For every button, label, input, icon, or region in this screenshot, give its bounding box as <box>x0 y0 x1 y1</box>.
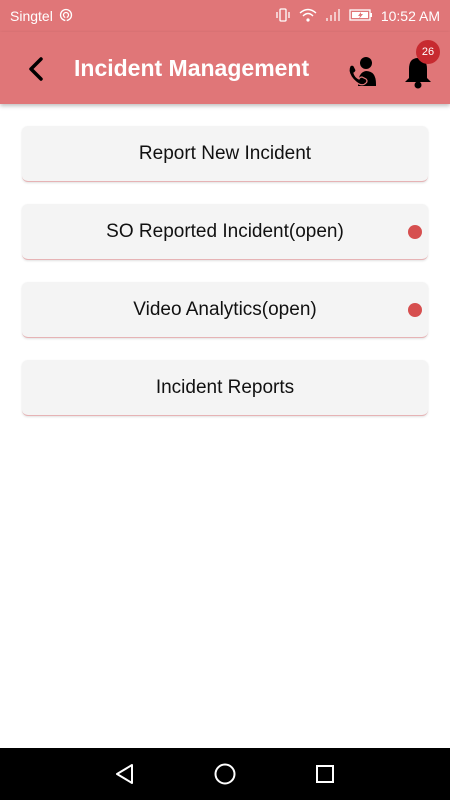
chevron-left-icon <box>22 57 52 88</box>
menu-item-label: SO Reported Incident(open) <box>106 220 344 242</box>
clock: 10:52 AM <box>380 8 440 24</box>
system-nav-bar <box>0 748 450 800</box>
unread-dot-indicator <box>408 225 422 239</box>
bell-icon <box>398 58 438 96</box>
page-title: Incident Management <box>74 55 310 81</box>
incident-reports-button[interactable]: Incident Reports <box>22 360 428 416</box>
nav-home-button[interactable] <box>213 762 237 786</box>
menu-item-label: Incident Reports <box>155 376 295 398</box>
report-new-incident-button[interactable]: Report New Incident <box>22 126 428 182</box>
vibrate-icon <box>275 7 291 25</box>
nav-back-button[interactable] <box>113 762 137 786</box>
so-reported-incident-button[interactable]: SO Reported Incident(open) <box>22 204 428 260</box>
status-left: Singtel <box>10 8 73 25</box>
home-circle-icon <box>213 763 237 790</box>
signal-icon <box>325 8 341 25</box>
menu-item-label: Report New Incident <box>138 142 312 164</box>
carrier-name: Singtel <box>10 8 53 24</box>
app-bar: Incident Management 26 <box>0 32 450 104</box>
status-bar: Singtel 10:52 AM <box>0 0 450 32</box>
status-right: 10:52 AM <box>275 7 440 25</box>
nav-recents-button[interactable] <box>313 762 337 786</box>
hotspot-icon <box>59 8 73 25</box>
back-button[interactable] <box>22 54 52 84</box>
notification-badge: 26 <box>416 40 440 64</box>
wifi-icon <box>299 8 317 25</box>
battery-icon <box>349 8 373 25</box>
person-phone-icon <box>346 57 380 92</box>
menu-item-label: Video Analytics(open) <box>133 298 317 320</box>
contact-call-button[interactable] <box>346 54 380 88</box>
unread-dot-indicator <box>408 303 422 317</box>
recents-square-icon <box>313 765 337 790</box>
video-analytics-button[interactable]: Video Analytics(open) <box>22 282 428 338</box>
back-triangle-icon <box>113 764 137 790</box>
